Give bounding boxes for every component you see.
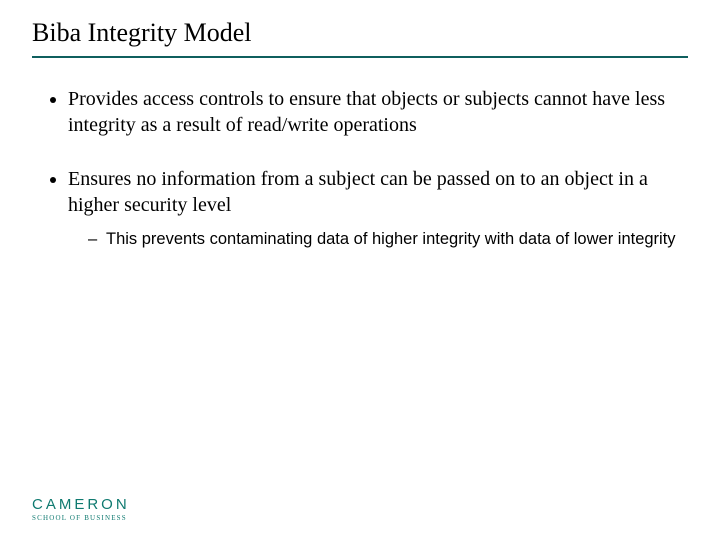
logo: CAMERON School of Business bbox=[32, 496, 130, 522]
sub-bullet-item: This prevents contaminating data of high… bbox=[88, 228, 688, 250]
sub-bullet-text: This prevents contaminating data of high… bbox=[106, 230, 676, 248]
bullet-item: Ensures no information from a subject ca… bbox=[68, 166, 688, 250]
logo-name: CAMERON bbox=[32, 496, 130, 513]
bullet-item: Provides access controls to ensure that … bbox=[68, 86, 688, 138]
bullet-list: Provides access controls to ensure that … bbox=[32, 86, 688, 250]
bullet-text: Ensures no information from a subject ca… bbox=[68, 168, 648, 216]
bullet-text: Provides access controls to ensure that … bbox=[68, 88, 665, 136]
title-underline bbox=[32, 56, 688, 58]
slide: Biba Integrity Model Provides access con… bbox=[0, 0, 720, 540]
sub-bullet-list: This prevents contaminating data of high… bbox=[68, 228, 688, 250]
slide-title: Biba Integrity Model bbox=[32, 18, 688, 48]
logo-subtitle: School of Business bbox=[32, 514, 130, 522]
